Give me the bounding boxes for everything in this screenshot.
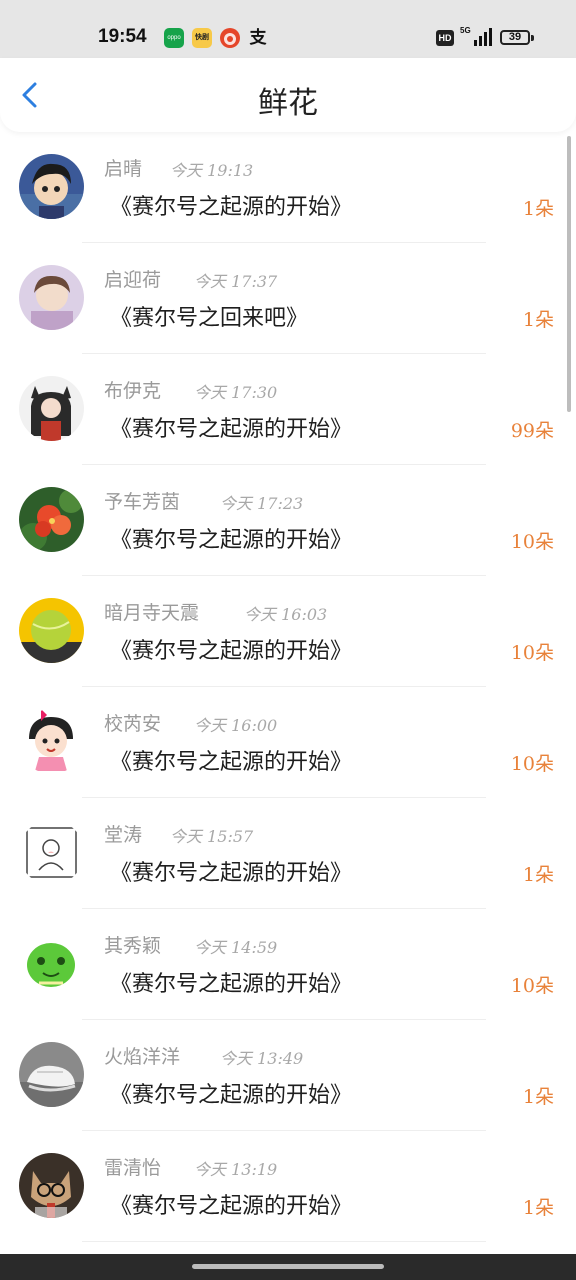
send-time: 今天 17:23 — [220, 494, 304, 513]
flower-count: 1朵 — [522, 864, 554, 886]
avatar — [19, 709, 84, 774]
list-item[interactable]: 予车芳茵 今天 17:23 《赛尔号之起源的开始》 10朵 — [0, 465, 576, 576]
flower-count: 10朵 — [510, 975, 554, 997]
work-title: 《赛尔号之起源的开始》 — [110, 861, 353, 886]
list-item[interactable]: 雷清怡 今天 13:19 《赛尔号之起源的开始》 1朵 — [0, 1131, 576, 1242]
list-item[interactable]: 其秀颖 今天 14:59 《赛尔号之起源的开始》 10朵 — [0, 909, 576, 1020]
work-title: 《赛尔号之起源的开始》 — [110, 750, 353, 775]
work-title: 《赛尔号之起源的开始》 — [110, 417, 353, 442]
list-item[interactable]: 启晴 今天 19:13 《赛尔号之起源的开始》 1朵 — [0, 132, 576, 243]
sender-name: 暗月寺天震 — [104, 602, 200, 624]
flower-count: 1朵 — [522, 1197, 554, 1219]
avatar — [19, 820, 84, 885]
navigation-bar — [0, 1254, 576, 1280]
network-type: 5G — [460, 26, 471, 35]
alipay-app-icon: 支 — [249, 28, 267, 47]
send-time: 今天 13:49 — [220, 1049, 304, 1068]
avatar — [19, 931, 84, 996]
work-title: 《赛尔号之起源的开始》 — [110, 972, 353, 997]
avatar — [19, 265, 84, 330]
page-title: 鲜花 — [258, 86, 318, 121]
work-title: 《赛尔号之回来吧》 — [110, 306, 309, 331]
header: 鲜花 — [0, 58, 576, 132]
home-indicator[interactable] — [192, 1264, 384, 1269]
avatar — [19, 1153, 84, 1218]
scrollbar[interactable] — [567, 136, 571, 412]
work-title: 《赛尔号之起源的开始》 — [110, 1083, 353, 1108]
work-title: 《赛尔号之起源的开始》 — [110, 1194, 353, 1219]
send-time: 今天 17:37 — [194, 272, 278, 291]
sender-name: 布伊克 — [104, 380, 162, 402]
flower-count: 10朵 — [510, 642, 554, 664]
work-title: 《赛尔号之起源的开始》 — [110, 195, 353, 220]
work-title: 《赛尔号之起源的开始》 — [110, 639, 353, 664]
oppo-app-icon: oppo — [164, 28, 184, 48]
sender-name: 雷清怡 — [104, 1157, 162, 1179]
battery-icon: 39 — [500, 30, 530, 45]
food-app-icon — [220, 28, 240, 48]
list-item[interactable]: 堂涛 今天 15:57 《赛尔号之起源的开始》 1朵 — [0, 798, 576, 909]
work-title: 《赛尔号之起源的开始》 — [110, 528, 353, 553]
send-time: 今天 17:30 — [194, 383, 278, 402]
signal-icon: 5G — [460, 26, 494, 48]
avatar — [19, 376, 84, 441]
list-item[interactable]: 暗月寺天震 今天 16:03 《赛尔号之起源的开始》 10朵 — [0, 576, 576, 687]
sender-name: 启晴 — [104, 158, 143, 180]
avatar — [19, 598, 84, 663]
send-time: 今天 16:00 — [194, 716, 278, 735]
list-item[interactable]: 火焰洋洋 今天 13:49 《赛尔号之起源的开始》 1朵 — [0, 1020, 576, 1131]
list-item[interactable]: 校芮安 今天 16:00 《赛尔号之起源的开始》 10朵 — [0, 687, 576, 798]
send-time: 今天 13:19 — [194, 1160, 278, 1179]
list-item[interactable]: 布伊克 今天 17:30 《赛尔号之起源的开始》 99朵 — [0, 354, 576, 465]
hd-badge: HD — [436, 30, 454, 46]
sender-name: 火焰洋洋 — [104, 1046, 181, 1068]
sender-name: 校芮安 — [104, 713, 162, 735]
avatar — [19, 487, 84, 552]
avatar — [19, 154, 84, 219]
flower-count: 10朵 — [510, 753, 554, 775]
flower-count: 1朵 — [522, 198, 554, 220]
avatar — [19, 1042, 84, 1107]
flower-count: 10朵 — [510, 531, 554, 553]
sender-name: 予车芳茵 — [104, 491, 181, 513]
status-bar: 19:54 oppo 快剧 支 HD 5G 39 — [0, 0, 576, 58]
status-time: 19:54 — [98, 26, 147, 47]
list-item[interactable]: 启迎荷 今天 17:37 《赛尔号之回来吧》 1朵 — [0, 243, 576, 354]
flower-count: 1朵 — [522, 1086, 554, 1108]
sender-name: 启迎荷 — [104, 269, 162, 291]
send-time: 今天 19:13 — [170, 161, 254, 180]
flower-count: 99朵 — [510, 420, 554, 442]
send-time: 今天 16:03 — [244, 605, 328, 624]
divider — [82, 1241, 486, 1242]
battery-tip — [531, 35, 534, 41]
kuaiju-app-icon: 快剧 — [192, 28, 212, 48]
send-time: 今天 15:57 — [170, 827, 254, 846]
send-time: 今天 14:59 — [194, 938, 278, 957]
sender-name: 堂涛 — [104, 824, 143, 846]
flower-count: 1朵 — [522, 309, 554, 331]
sender-name: 其秀颖 — [104, 935, 162, 957]
